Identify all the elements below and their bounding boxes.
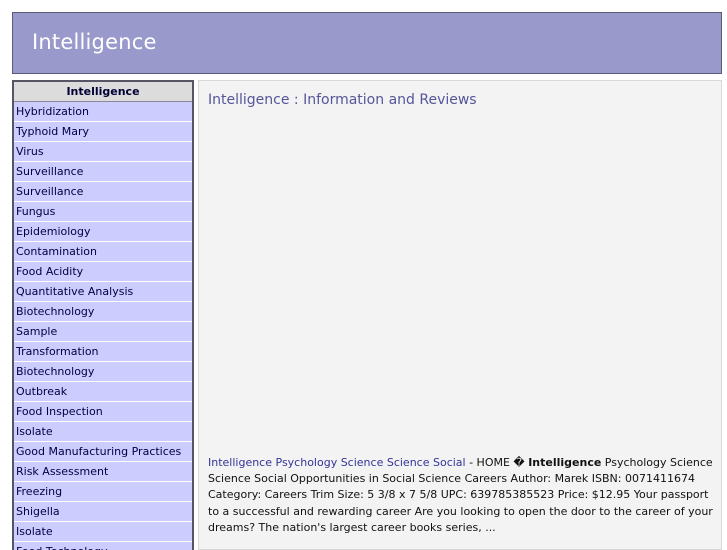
sidebar-item[interactable]: Isolate	[14, 422, 192, 442]
sidebar-item[interactable]: Food Acidity	[14, 262, 192, 282]
sidebar-item[interactable]: Biotechnology	[14, 362, 192, 382]
sidebar-item[interactable]: Virus	[14, 142, 192, 162]
sidebar-item[interactable]: Hybridization	[14, 102, 192, 122]
sidebar: Intelligence Hybridization Typhoid Mary Vi…	[12, 80, 194, 550]
sidebar-item[interactable]: Freezing	[14, 482, 192, 502]
result-prefix: - HOME �	[465, 456, 529, 469]
sidebar-nav: Hybridization Typhoid Mary Virus Surveillan…	[14, 102, 192, 550]
result-snippet: Intelligence Psychology Science Science …	[208, 455, 718, 536]
sidebar-item[interactable]: Typhoid Mary	[14, 122, 192, 142]
page-header: Intelligence	[12, 12, 722, 74]
sidebar-item[interactable]: Shigella	[14, 502, 192, 522]
sidebar-item[interactable]: Quantitative Analysis	[14, 282, 192, 302]
sidebar-item[interactable]: Surveillance	[14, 162, 192, 182]
sidebar-item[interactable]: Sample	[14, 322, 192, 342]
sidebar-item[interactable]: Outbreak	[14, 382, 192, 402]
page-title: Intelligence : Information and Reviews	[208, 92, 477, 108]
sidebar-item[interactable]: Transformation	[14, 342, 192, 362]
sidebar-item[interactable]: Contamination	[14, 242, 192, 262]
sidebar-item[interactable]: Food Inspection	[14, 402, 192, 422]
sidebar-item[interactable]: Fungus	[14, 202, 192, 222]
sidebar-item[interactable]: Food Technology	[14, 542, 192, 550]
sidebar-item[interactable]: Surveillance	[14, 182, 192, 202]
sidebar-item[interactable]: Biotechnology	[14, 302, 192, 322]
sidebar-heading: Intelligence	[14, 82, 192, 102]
result-keyword: Intelligence	[528, 456, 602, 469]
sidebar-item[interactable]: Risk Assessment	[14, 462, 192, 482]
result-link[interactable]: Intelligence Psychology Science Science …	[208, 456, 466, 469]
site-title: Intelligence	[32, 30, 157, 54]
sidebar-item[interactable]: Epidemiology	[14, 222, 192, 242]
sidebar-item[interactable]: Good Manufacturing Practices	[14, 442, 192, 462]
main-content: Intelligence : Information and Reviews I…	[198, 80, 722, 550]
sidebar-item[interactable]: Isolate	[14, 522, 192, 542]
